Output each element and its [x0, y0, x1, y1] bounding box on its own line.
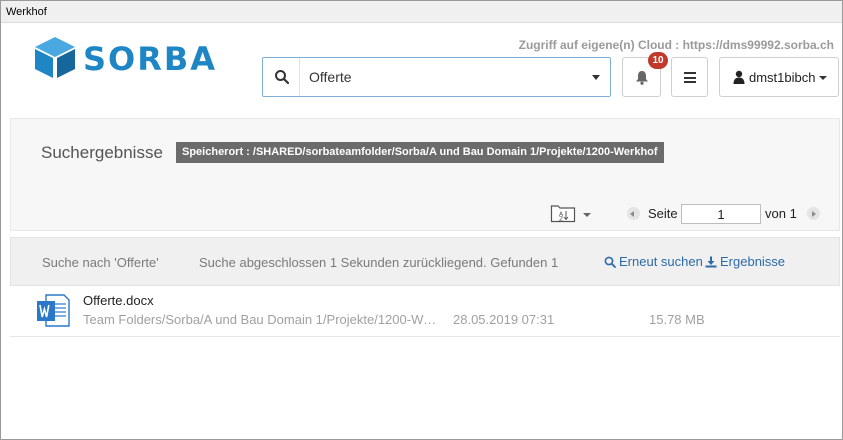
window-title: Werkhof [6, 6, 47, 18]
menu-button[interactable] [671, 57, 708, 97]
search-divider [299, 58, 300, 96]
retry-search-label: Erneut suchen [619, 254, 703, 269]
search-summary-text: Suche abgeschlossen 1 Sekunden zurücklie… [199, 255, 559, 270]
page-number-input[interactable] [681, 204, 761, 224]
file-size: 15.78 MB [649, 312, 705, 327]
window-titlebar: Werkhof [1, 1, 842, 23]
download-icon [705, 256, 717, 268]
file-date: 28.05.2019 07:31 [453, 312, 555, 327]
file-path: Team Folders/Sorba/A und Bau Domain 1/Pr… [83, 312, 441, 327]
search-input[interactable] [309, 67, 579, 87]
search-icon[interactable] [274, 69, 290, 85]
hamburger-icon [684, 72, 696, 83]
page-label: Seite [648, 206, 678, 221]
bell-icon [636, 71, 648, 85]
user-name: dmst1bibch [749, 70, 816, 85]
svg-text:Z: Z [559, 216, 563, 223]
sort-folder-icon[interactable]: A Z [550, 203, 576, 223]
download-results-button[interactable]: Ergebnisse [705, 254, 785, 269]
user-menu-button[interactable]: dmst1bibch [719, 57, 839, 97]
download-results-label: Ergebnisse [720, 254, 786, 269]
search-dropdown-chevron-down-icon[interactable] [592, 75, 600, 80]
brand-name: SORBA [83, 40, 217, 78]
file-name[interactable]: Offerte.docx [83, 293, 154, 308]
location-badge: Speicherort : /SHARED/sorbateamfolder/So… [176, 142, 664, 163]
search-query-text: Suche nach 'Offerte' [42, 255, 159, 270]
search-box [262, 57, 611, 97]
search-icon [604, 256, 616, 268]
user-menu-chevron-down-icon [819, 76, 827, 80]
previous-page-button[interactable] [627, 207, 640, 220]
sorba-cube-icon: SORBA [35, 37, 217, 78]
retry-search-button[interactable]: Erneut suchen [604, 254, 703, 269]
page-total-label: von 1 [765, 206, 797, 221]
page-title: Suchergebnisse [41, 143, 163, 162]
user-icon [733, 70, 745, 84]
word-document-icon[interactable] [36, 294, 70, 327]
app-window: Werkhof SORBA Zugriff auf eigene(n) Clou… [0, 0, 843, 440]
notification-count-badge: 10 [648, 52, 668, 69]
sorba-logo[interactable]: SORBA [33, 35, 238, 79]
cloud-link[interactable]: Zugriff auf eigene(n) Cloud : https://dm… [519, 38, 834, 52]
next-page-button[interactable] [807, 207, 820, 220]
sort-chevron-down-icon[interactable] [583, 213, 591, 217]
